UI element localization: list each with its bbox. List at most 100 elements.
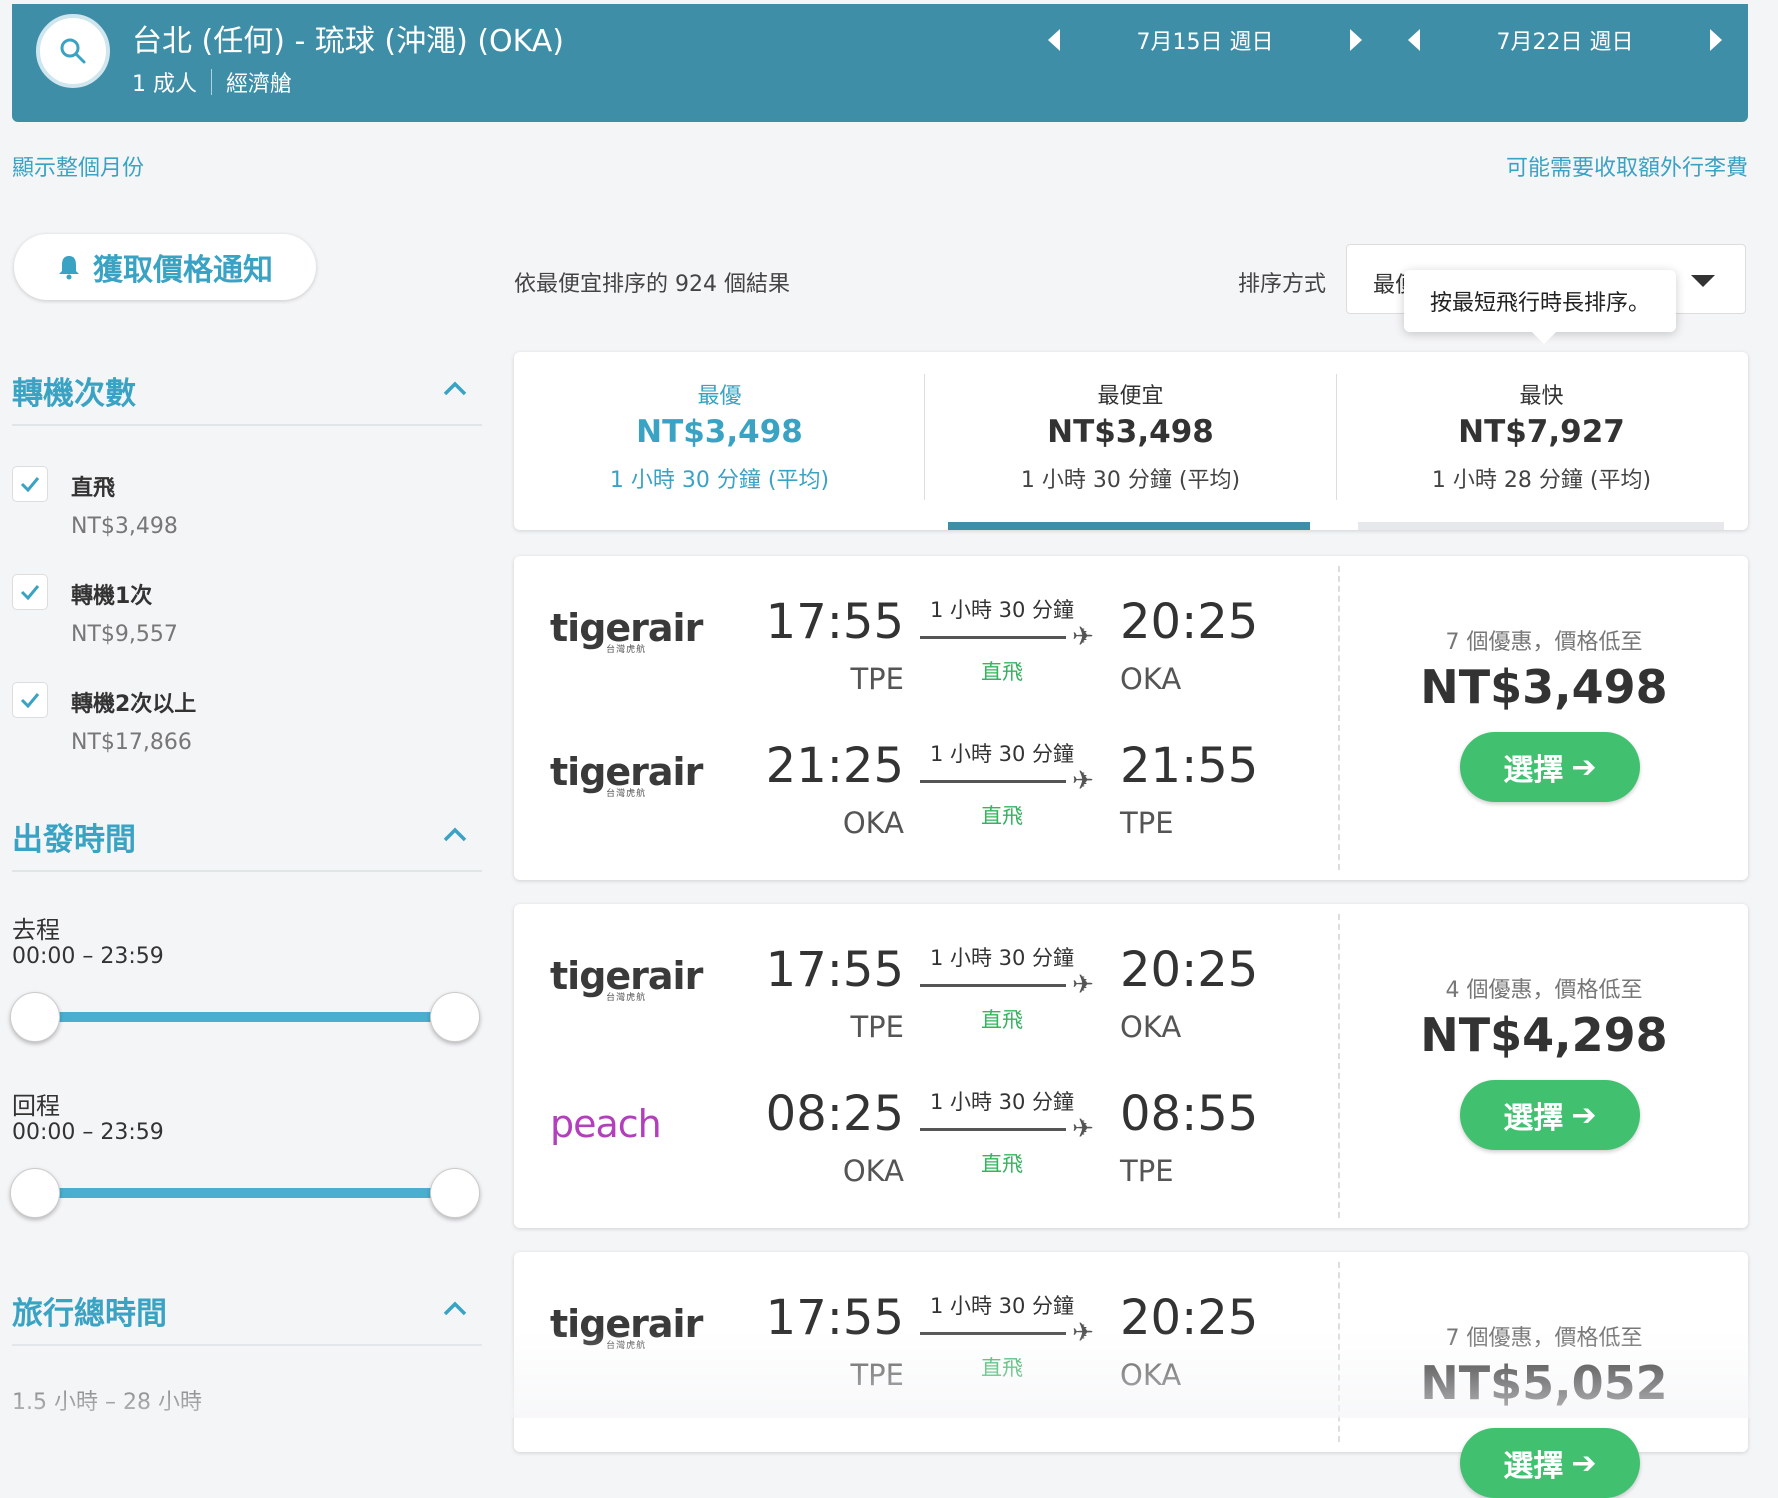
- tab-fastest[interactable]: 最快 NT$7,927 1 小時 28 分鐘 (平均): [1336, 352, 1747, 530]
- outbound-slider-start-handle[interactable]: [10, 992, 60, 1042]
- stops-label: 直飛: [981, 1356, 1023, 1380]
- stops-direct-label[interactable]: 直飛: [71, 470, 115, 502]
- airline-logo: tigerair 台灣虎航: [550, 606, 703, 655]
- tab-title: 最便宜: [1097, 384, 1164, 409]
- stops-one-price: NT$9,557: [71, 622, 178, 647]
- route-line: [920, 780, 1066, 783]
- divider: [12, 1344, 482, 1346]
- trip-duration-range: 1.5 小時 – 28 小時: [12, 1390, 202, 1415]
- passenger-count: 1 成人: [132, 72, 197, 97]
- departure-time: 17:55: [765, 594, 904, 650]
- arrival-airport: TPE: [1120, 1154, 1174, 1188]
- return-slider-end-handle[interactable]: [430, 1168, 480, 1218]
- results-count: 依最便宜排序的 924 個結果: [514, 272, 790, 297]
- stops-label: 直飛: [981, 660, 1023, 684]
- route-line: [920, 636, 1066, 639]
- stops-label: 直飛: [981, 1008, 1023, 1032]
- passenger-cabin-summary[interactable]: 1 成人 經濟艙: [132, 66, 292, 98]
- search-header: 台北 (任何) - 琉球 (沖澠) (OKA) 1 成人 經濟艙 7月15日 週…: [12, 4, 1748, 122]
- stops-one-checkbox[interactable]: [12, 574, 48, 610]
- chevron-up-icon[interactable]: [442, 822, 468, 848]
- price-alert-button[interactable]: 獲取價格通知: [14, 234, 316, 300]
- result-card[interactable]: tigerair 台灣虎航 17:55 TPE 1 小時 30 分鐘 ✈ 直飛 2…: [514, 904, 1748, 1228]
- flight-duration: 1 小時 30 分鐘: [929, 598, 1075, 622]
- arrival-time: 20:25: [1120, 594, 1259, 650]
- arrival-airport: OKA: [1120, 1010, 1182, 1044]
- result-card[interactable]: tigerair 台灣虎航 17:55 TPE 1 小時 30 分鐘 ✈ 直飛 2…: [514, 1252, 1748, 1498]
- stops-filter-title[interactable]: 轉機次數: [12, 368, 136, 413]
- route-line: [920, 1332, 1066, 1335]
- stops-one-label[interactable]: 轉機1次: [71, 578, 152, 610]
- sort-tabs: 最優 NT$3,498 1 小時 30 分鐘 (平均) 最便宜 NT$3,498…: [514, 352, 1748, 530]
- return-slider-start-handle[interactable]: [10, 1168, 60, 1218]
- show-month-link[interactable]: 顯示整個月份: [12, 150, 144, 182]
- departure-airport: TPE: [850, 1010, 904, 1044]
- outbound-label: 去程: [12, 916, 60, 944]
- sort-label: 排序方式: [1238, 272, 1327, 297]
- tab-cheapest[interactable]: 最便宜 NT$3,498 1 小時 30 分鐘 (平均): [925, 352, 1336, 530]
- departure-airport: TPE: [850, 1358, 904, 1392]
- price-alert-label: 獲取價格通知: [93, 253, 273, 288]
- stops-label: 直飛: [981, 1152, 1023, 1176]
- tab-duration: 1 小時 28 分鐘 (平均): [1431, 468, 1652, 493]
- caret-down-icon: [1691, 275, 1715, 287]
- return-range: 00:00 – 23:59: [12, 1120, 164, 1145]
- arrival-time: 08:55: [1120, 1086, 1259, 1142]
- return-date[interactable]: 7月22日 週日: [1420, 24, 1710, 56]
- arrow-right-icon: ➔: [1571, 1445, 1597, 1481]
- divider: [12, 424, 482, 426]
- sort-tooltip: 按最短飛行時長排序。: [1404, 270, 1676, 344]
- arrival-airport: OKA: [1120, 1358, 1182, 1392]
- tab-price: NT$3,498: [1047, 414, 1214, 450]
- chevron-up-icon[interactable]: [442, 376, 468, 402]
- trip-duration-title[interactable]: 旅行總時間: [12, 1288, 167, 1333]
- select-button[interactable]: 選擇 ➔: [1460, 732, 1640, 802]
- return-label: 回程: [12, 1092, 60, 1120]
- route-title[interactable]: 台北 (任何) - 琉球 (沖澠) (OKA): [132, 16, 564, 60]
- outbound-slider-end-handle[interactable]: [430, 992, 480, 1042]
- flight-leg: peach 08:25 OKA 1 小時 30 分鐘 ✈ 直飛 08:55 TP…: [514, 1048, 1338, 1192]
- airline-logo: peach: [550, 1102, 662, 1146]
- tab-best[interactable]: 最優 NT$3,498 1 小時 30 分鐘 (平均): [514, 352, 925, 530]
- departure-airport: OKA: [842, 806, 904, 840]
- departure-times-title[interactable]: 出發時間: [12, 814, 136, 859]
- stops-two-plus-label[interactable]: 轉機2次以上: [71, 686, 196, 718]
- deals-count: 4 個優惠，價格低至: [1445, 978, 1643, 1003]
- triangle-right-icon[interactable]: [1710, 29, 1722, 51]
- tab-title: 最快: [1519, 384, 1564, 409]
- triangle-right-icon[interactable]: [1350, 29, 1362, 51]
- plane-icon: ✈: [1072, 1114, 1094, 1144]
- select-button[interactable]: 選擇 ➔: [1460, 1080, 1640, 1150]
- flight-duration: 1 小時 30 分鐘: [929, 946, 1075, 970]
- flight-leg: tigerair 台灣虎航 21:25 OKA 1 小時 30 分鐘 ✈ 直飛 2…: [514, 700, 1338, 844]
- select-label: 選擇: [1503, 753, 1564, 788]
- flight-leg: tigerair 台灣虎航 17:55 TPE 1 小時 30 分鐘 ✈ 直飛 2…: [514, 904, 1338, 1048]
- flight-leg: tigerair 台灣虎航 17:55 TPE 1 小時 30 分鐘 ✈ 直飛 2…: [514, 1252, 1338, 1396]
- route-line: [920, 984, 1066, 987]
- result-card[interactable]: tigerair 台灣虎航 17:55 TPE 1 小時 30 分鐘 ✈ 直飛 2…: [514, 556, 1748, 880]
- outbound-slider-track[interactable]: [36, 1012, 456, 1022]
- stops-two-plus-price: NT$17,866: [71, 730, 192, 755]
- cabin-class: 經濟艙: [226, 72, 293, 97]
- bell-icon: [59, 256, 79, 280]
- stops-direct-checkbox[interactable]: [12, 466, 48, 502]
- triangle-left-icon[interactable]: [1408, 29, 1420, 51]
- divider: [1338, 1262, 1340, 1442]
- flight-duration: 1 小時 30 分鐘: [929, 742, 1075, 766]
- departure-airport: OKA: [842, 1154, 904, 1188]
- route-line: [920, 1128, 1066, 1131]
- stops-label: 直飛: [981, 804, 1023, 828]
- flight-duration: 1 小時 30 分鐘: [929, 1294, 1075, 1318]
- depart-date[interactable]: 7月15日 週日: [1060, 24, 1350, 56]
- select-label: 選擇: [1503, 1449, 1564, 1484]
- baggage-fees-link[interactable]: 可能需要收取額外行李費: [1506, 150, 1748, 182]
- plane-icon: ✈: [1072, 1318, 1094, 1348]
- triangle-left-icon[interactable]: [1048, 29, 1060, 51]
- stops-two-plus-checkbox[interactable]: [12, 682, 48, 718]
- search-button[interactable]: [36, 14, 110, 88]
- chevron-up-icon[interactable]: [442, 1296, 468, 1322]
- select-button[interactable]: 選擇 ➔: [1460, 1428, 1640, 1498]
- return-slider-track[interactable]: [36, 1188, 456, 1198]
- arrival-airport: OKA: [1120, 662, 1182, 696]
- result-price: NT$4,298: [1420, 1008, 1668, 1062]
